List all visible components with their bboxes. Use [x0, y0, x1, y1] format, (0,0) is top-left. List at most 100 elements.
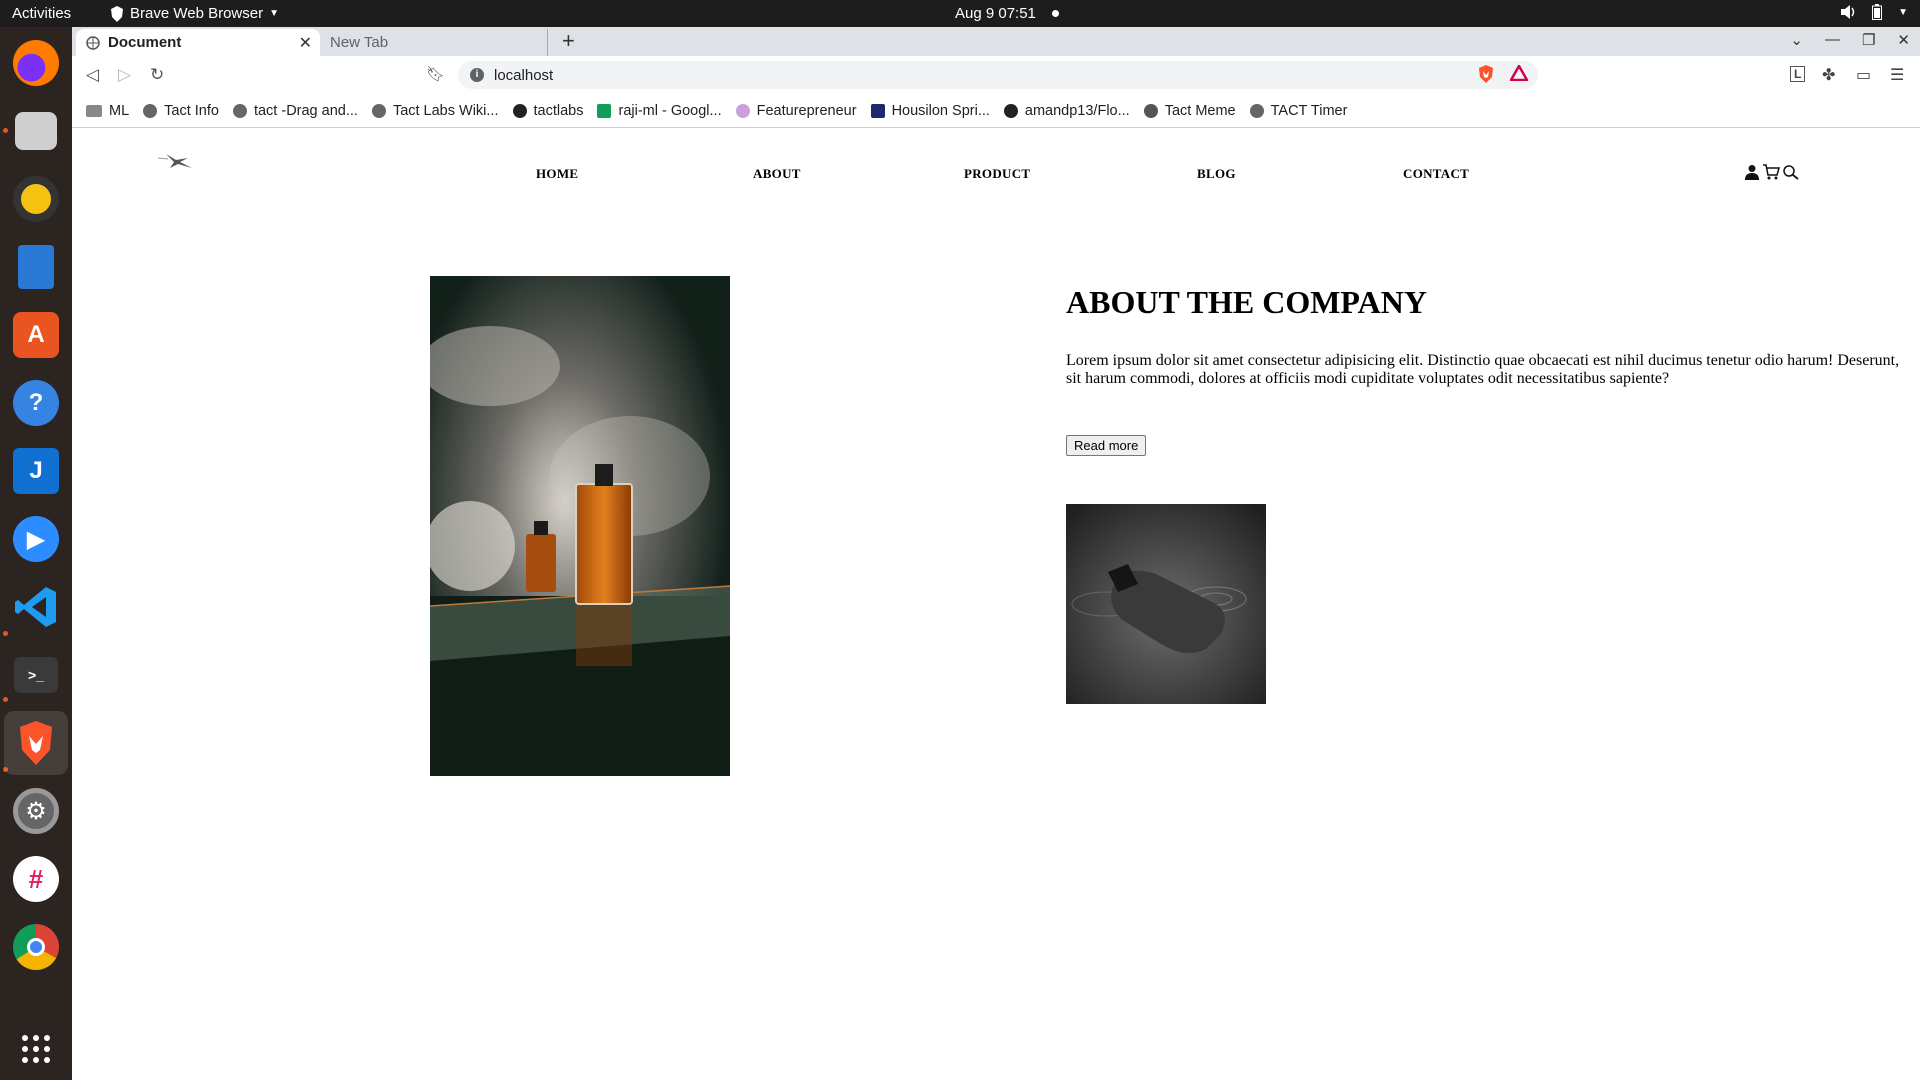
tab-title: Document — [108, 34, 182, 51]
new-tab-button[interactable]: + — [562, 30, 575, 52]
bookmark-item[interactable]: tactlabs — [512, 102, 584, 119]
close-tab-icon[interactable]: ✕ — [299, 33, 312, 53]
read-more-button[interactable]: Read more — [1066, 435, 1147, 456]
activities-button[interactable]: Activities — [12, 5, 71, 22]
sheets-icon — [597, 103, 612, 118]
folder-icon — [86, 104, 102, 117]
search-icon[interactable] — [1782, 164, 1800, 180]
bookmark-label: ML — [109, 102, 130, 119]
nav-blog[interactable]: BLOG — [1197, 166, 1236, 182]
back-icon[interactable]: ◁ — [86, 65, 99, 85]
dropdown-arrow-icon: ▼ — [269, 8, 280, 19]
bookmark-label: tactlabs — [533, 102, 584, 119]
bookmark-item[interactable]: Tact Info — [143, 103, 219, 119]
globe-icon — [232, 103, 247, 118]
nav-contact[interactable]: CONTACT — [1403, 166, 1469, 182]
bookmark-item[interactable]: Tact Meme — [1143, 102, 1236, 119]
firefox-icon — [13, 40, 59, 86]
clock[interactable]: Aug 9 07:51 — [955, 5, 1059, 22]
bottle-in-water-photo — [1066, 504, 1266, 704]
bookmark-item[interactable]: tact -Drag and... — [232, 102, 358, 119]
extensions-puzzle-icon[interactable]: ✤ — [1822, 65, 1835, 85]
nav-about[interactable]: ABOUT — [753, 166, 801, 182]
extension-l-icon[interactable]: L — [1790, 66, 1806, 82]
zoom-icon: ▶ — [13, 516, 59, 562]
dock-help[interactable]: ? — [10, 377, 62, 429]
bookmark-item[interactable]: raji-ml - Googl... — [597, 103, 722, 119]
bookmark-label: Tact Labs Wiki... — [392, 102, 499, 119]
site-info-icon[interactable]: i — [470, 68, 484, 82]
dock-rhythmbox[interactable] — [10, 173, 62, 225]
dock-writer[interactable] — [10, 241, 62, 293]
bookmark-icon[interactable]: 🔖︎ — [426, 65, 445, 83]
github-icon — [1003, 103, 1018, 118]
chrome-icon — [13, 924, 59, 970]
dock-zoom[interactable]: ▶ — [10, 513, 62, 565]
minimize-icon[interactable]: — — [1825, 31, 1840, 49]
bookmark-item[interactable]: amandp13/Flo... — [1003, 102, 1130, 119]
about-title: ABOUT THE COMPANY — [1066, 284, 1427, 320]
bookmark-item[interactable]: Featurepreneur — [735, 102, 857, 119]
user-icon[interactable] — [1744, 164, 1760, 180]
dock-vscode[interactable] — [10, 581, 62, 633]
system-tray[interactable]: ▼ — [1840, 4, 1908, 20]
dock-brave[interactable] — [4, 711, 68, 775]
dock-terminal[interactable]: >_ — [10, 649, 62, 701]
battery-icon — [1872, 4, 1883, 20]
software-icon: A — [13, 312, 59, 358]
running-indicator — [3, 128, 8, 133]
bookmark-label: amandp13/Flo... — [1024, 102, 1130, 119]
close-window-icon[interactable]: ✕ — [1897, 31, 1910, 49]
product-image — [1066, 504, 1266, 704]
running-indicator — [3, 631, 8, 636]
menu-icon[interactable]: ☰ — [1890, 65, 1904, 85]
brave-icon — [20, 721, 52, 765]
bookmark-item[interactable]: ML — [86, 103, 129, 119]
url-text[interactable]: localhost — [494, 67, 553, 84]
dock-settings[interactable]: ⚙ — [10, 785, 62, 837]
housilon-icon — [870, 103, 885, 118]
dock-joplin[interactable]: J — [10, 445, 62, 497]
dock-firefox[interactable] — [10, 37, 62, 89]
bookmark-label: Tact Meme — [1164, 102, 1236, 119]
bookmark-label: Featurepreneur — [756, 102, 857, 119]
dock-software[interactable]: A — [10, 309, 62, 361]
dock: A ? J ▶ >_ ⚙ # — [0, 27, 72, 1080]
terminal-icon: >_ — [14, 657, 58, 693]
globe-icon — [86, 35, 100, 50]
dock-slack[interactable]: # — [10, 853, 62, 905]
tab-new-tab[interactable]: New Tab — [320, 29, 548, 56]
tact-meme-icon — [1143, 103, 1158, 118]
app-menu[interactable]: Brave Web Browser ▼ — [110, 5, 279, 22]
nav-product[interactable]: PRODUCT — [964, 166, 1030, 182]
github-icon — [512, 103, 527, 118]
restore-icon[interactable]: ❐ — [1862, 31, 1875, 49]
about-text: Lorem ipsum dolor sit amet consectetur a… — [1066, 352, 1900, 387]
globe-icon — [371, 103, 386, 118]
perfume-hero-image — [430, 276, 730, 776]
tab-list-icon[interactable]: ⌄ — [1790, 31, 1803, 49]
tab-strip: Document ✕ New Tab + ⌄ — ❐ ✕ — [72, 27, 1920, 56]
bookmark-item[interactable]: Housilon Spri... — [870, 103, 990, 119]
web-page: HOME ABOUT PRODUCT BLOG CONTACT ABOUT TH… — [72, 128, 1920, 1080]
reload-icon[interactable]: ↻ — [150, 65, 164, 85]
notification-dot-icon — [1051, 10, 1059, 17]
show-apps-button[interactable] — [10, 1023, 62, 1075]
bookmark-item[interactable]: TACT Timer — [1249, 103, 1347, 119]
forward-icon[interactable]: ▷ — [118, 65, 131, 85]
bookmark-label: tact -Drag and... — [253, 102, 358, 119]
brave-rewards-icon[interactable] — [1510, 65, 1528, 81]
files-icon — [15, 112, 57, 150]
wallet-icon[interactable]: ▭ — [1856, 65, 1871, 85]
brave-shields-icon[interactable] — [1478, 65, 1494, 83]
dock-chrome[interactable] — [10, 921, 62, 973]
running-indicator — [3, 697, 8, 702]
bookmarks-bar: ML Tact Info tact -Drag and... Tact Labs… — [72, 94, 1920, 128]
tab-document[interactable]: Document ✕ — [76, 29, 320, 56]
cart-icon[interactable] — [1762, 164, 1780, 180]
perfume-bottle-photo — [430, 276, 730, 776]
nav-home[interactable]: HOME — [536, 166, 578, 182]
bookmark-item[interactable]: Tact Labs Wiki... — [371, 102, 499, 119]
address-bar[interactable]: i localhost — [458, 61, 1538, 89]
dock-files[interactable] — [10, 105, 62, 157]
